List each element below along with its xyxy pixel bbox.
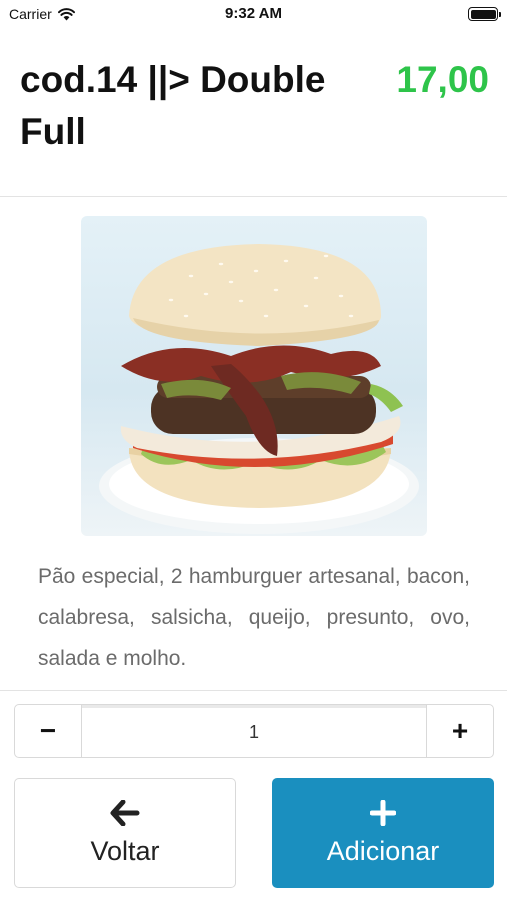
status-bar: Carrier 9:32 AM [0,0,507,28]
divider [0,690,507,691]
decrease-quantity-button[interactable]: − [15,705,82,757]
status-time: 9:32 AM [225,5,282,22]
add-button-label: Adicionar [326,835,440,866]
back-button[interactable]: Voltar [14,778,236,888]
arrow-left-icon [110,799,140,826]
quantity-stepper: − + [14,704,494,758]
increase-quantity-button[interactable]: + [426,705,493,757]
plus-icon [370,799,396,826]
quantity-input[interactable] [82,705,426,757]
add-to-order-button[interactable]: Adicionar [272,778,494,888]
back-button-label: Voltar [90,835,160,866]
product-price: 17,00 [396,59,489,100]
battery-icon [468,7,501,21]
product-image [81,216,427,536]
product-header: cod.14 ||> Double Full 17,00 [0,50,507,197]
product-title: cod.14 ||> Double Full [20,59,326,152]
product-description: Pão especial, 2 hamburguer artesanal, ba… [38,565,470,670]
